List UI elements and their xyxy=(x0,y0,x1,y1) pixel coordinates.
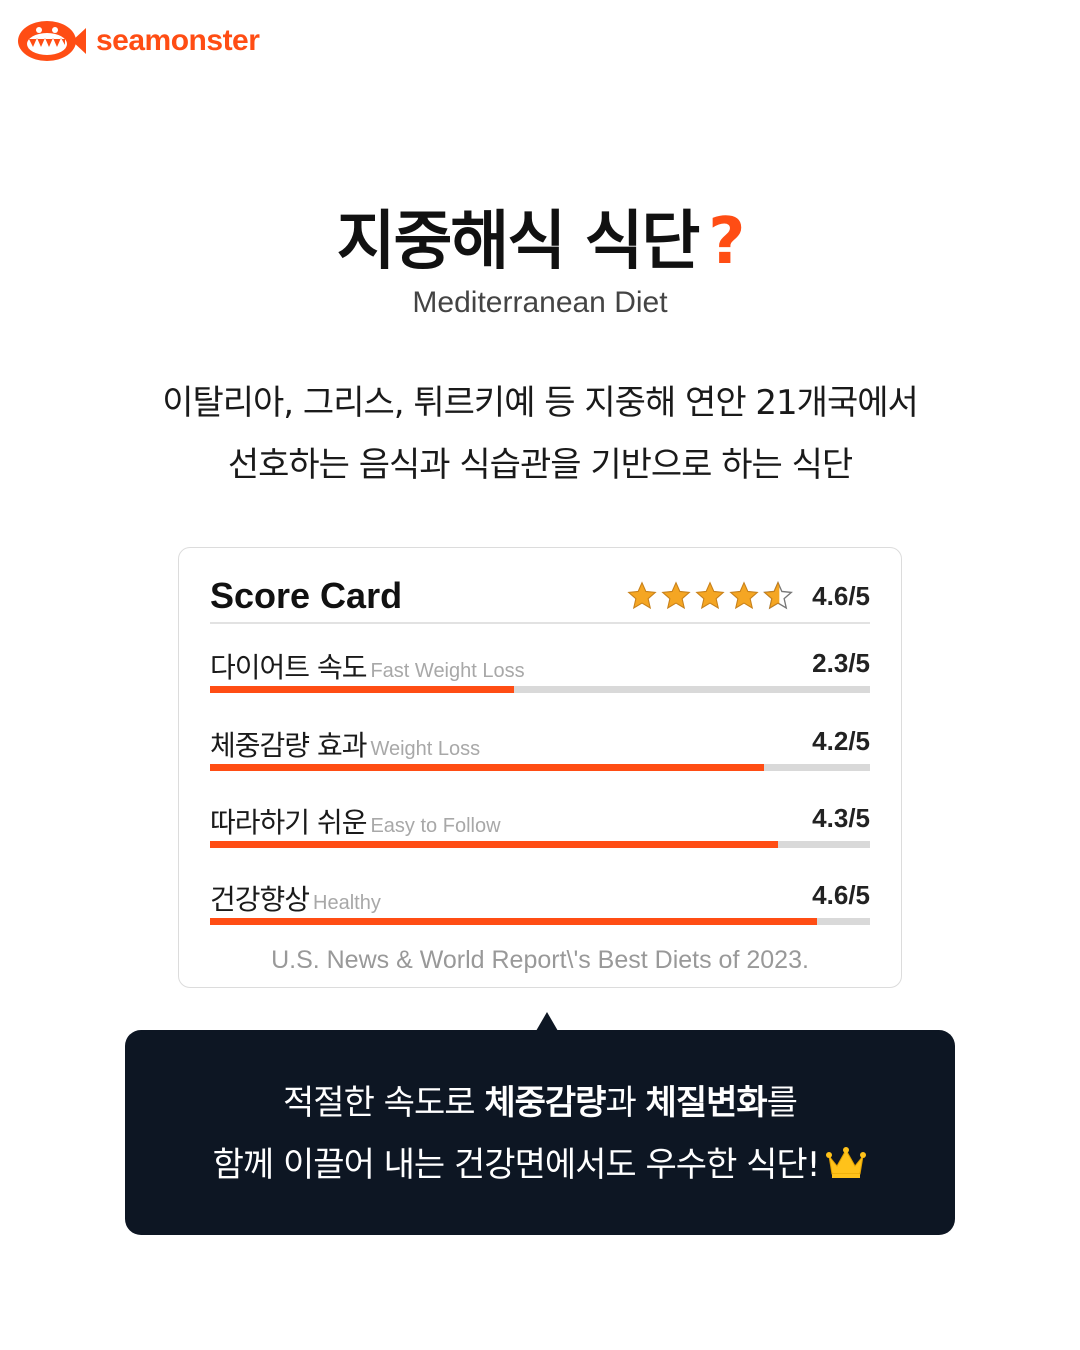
row-label-en: Healthy xyxy=(313,892,381,914)
score-bar-track xyxy=(210,841,870,848)
row-label-en: Easy to Follow xyxy=(370,815,501,837)
row-label-ko: 건강향상 xyxy=(210,883,310,916)
description-line-1: 이탈리아, 그리스, 튀르키예 등 지중해 연안 21개국에서 xyxy=(162,383,919,423)
row-label-ko: 다이어트 속도 xyxy=(210,651,367,684)
callout-text: 적절한 속도로 xyxy=(283,1083,485,1123)
row-score: 2.3/5 xyxy=(812,648,870,678)
star-full-icon xyxy=(661,581,691,610)
score-bar-track xyxy=(210,686,870,693)
score-bar-track xyxy=(210,918,870,925)
score-bar-fill xyxy=(210,918,818,925)
star-full-icon xyxy=(729,581,759,610)
row-label-ko: 따라하기 쉬운 xyxy=(210,806,367,839)
brand-name: seamonster xyxy=(96,24,260,57)
callout-line-2: 함께 이끌어 내는 건강면에서도 우수한 식단! xyxy=(125,1134,955,1196)
callout-line-1: 적절한 속도로 체중감량과 체질변화를 xyxy=(125,1072,955,1134)
score-row-label: 체중감량 효과 Weight Loss xyxy=(210,724,480,764)
row-score: 4.2/5 xyxy=(812,726,870,756)
overall-score: 4.6/5 xyxy=(812,580,870,611)
crown-icon xyxy=(826,1147,867,1178)
row-label-ko: 체중감량 효과 xyxy=(210,729,367,762)
score-card: Score Card 4.6/5 다이어트 속도 Fast Weight Loss… xyxy=(178,547,902,988)
english-subtitle: Mediterranean Diet xyxy=(412,286,668,319)
score-bar-fill xyxy=(210,764,765,771)
description-line-2: 선호하는 음식과 식습관을 기반으로 하는 식단 xyxy=(227,445,853,485)
callout-pointer xyxy=(536,1012,558,1031)
score-row-healthy: 건강향상 Healthy 4.6/5 xyxy=(210,878,870,938)
overall-rating: 4.6/5 xyxy=(626,580,870,612)
score-bar-fill xyxy=(210,841,778,848)
source-note: U.S. News & World Report\'s Best Diets o… xyxy=(271,946,809,974)
row-score: 4.3/5 xyxy=(812,803,870,833)
question-mark: ? xyxy=(708,205,745,279)
star-rating xyxy=(626,580,794,612)
score-row-weight-loss: 체중감량 효과 Weight Loss 4.2/5 xyxy=(210,724,870,784)
callout-text: 를 xyxy=(766,1083,798,1123)
row-label-en: Fast Weight Loss xyxy=(370,660,525,682)
score-row-label: 건강향상 Healthy xyxy=(210,878,381,918)
score-row-label: 다이어트 속도 Fast Weight Loss xyxy=(210,646,525,686)
row-score: 4.6/5 xyxy=(812,880,870,910)
star-full-icon xyxy=(627,581,657,610)
callout-text: 과 xyxy=(605,1083,646,1123)
score-row-fast-weight-loss: 다이어트 속도 Fast Weight Loss 2.3/5 xyxy=(210,646,870,706)
sea-monster-logo-icon xyxy=(18,21,86,61)
brand-logo: seamonster xyxy=(16,18,260,64)
description: 이탈리아, 그리스, 튀르키예 등 지중해 연안 21개국에서 선호하는 음식과… xyxy=(0,372,1080,496)
score-row-easy-to-follow: 따라하기 쉬운 Easy to Follow 4.3/5 xyxy=(210,801,870,861)
row-label-en: Weight Loss xyxy=(370,738,481,760)
callout-text: 함께 이끌어 내는 건강면에서도 우수한 식단! xyxy=(212,1145,821,1185)
star-half-icon xyxy=(763,581,794,610)
score-row-label: 따라하기 쉬운 Easy to Follow xyxy=(210,801,501,841)
score-bar-fill xyxy=(210,686,514,693)
star-full-icon xyxy=(695,581,725,610)
callout-highlight: 체중감량 xyxy=(484,1083,606,1123)
score-bar-track xyxy=(210,764,870,771)
score-card-title: Score Card xyxy=(210,575,403,616)
title-text: 지중해식 식단 xyxy=(336,205,701,279)
callout-highlight: 체질변화 xyxy=(645,1083,768,1123)
callout-box: 적절한 속도로 체중감량과 체질변화를 함께 이끌어 내는 건강면에서도 우수한… xyxy=(125,1030,955,1235)
page-title: 지중해식 식단? xyxy=(0,190,1080,282)
score-card-header: Score Card 4.6/5 xyxy=(210,570,870,624)
